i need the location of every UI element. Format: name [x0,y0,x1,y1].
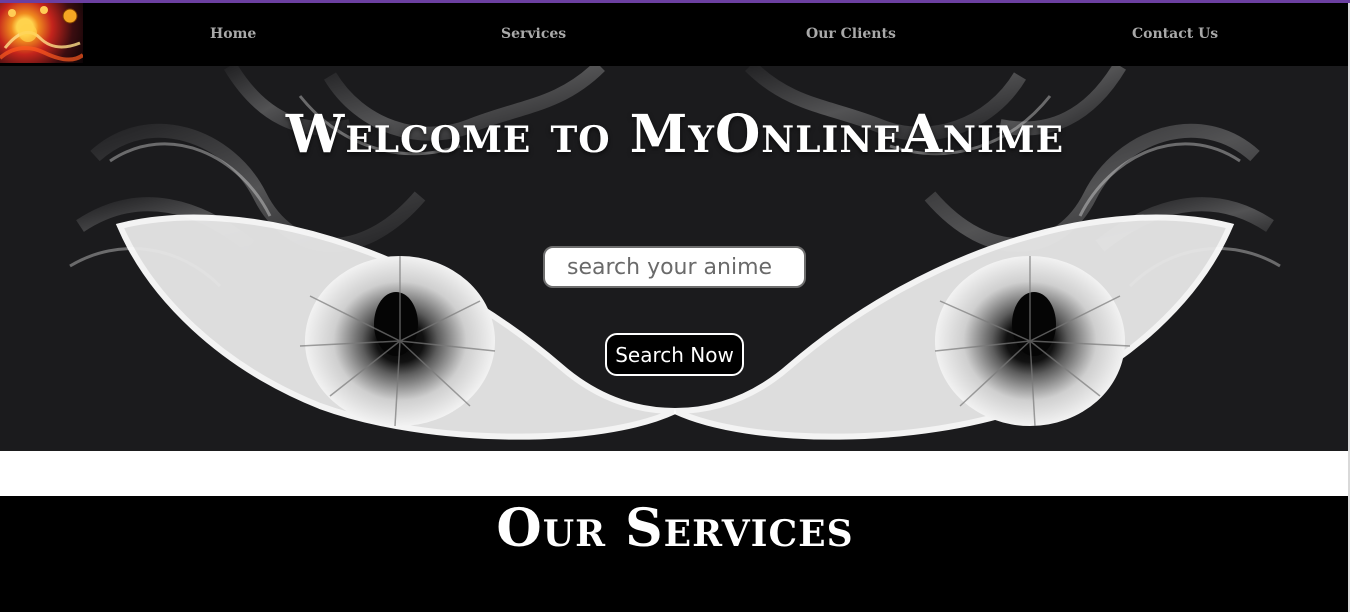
nav-contact-us[interactable]: Contact Us [1132,3,1218,66]
search-now-button[interactable]: Search Now [605,333,744,376]
navbar: Home Services Our Clients Contact Us [0,3,1350,66]
hero-title: Welcome to MyOnlineAnime [285,104,1065,165]
search-input[interactable] [543,246,806,288]
services-section: Our Services [0,496,1350,612]
section-divider [0,451,1350,496]
nav-home[interactable]: Home [210,3,256,66]
hero-banner: Welcome to MyOnlineAnime Search Now [0,66,1350,451]
nav-services[interactable]: Services [501,3,566,66]
site-logo[interactable] [0,3,83,63]
services-heading: Our Services [496,498,854,559]
nav-our-clients[interactable]: Our Clients [806,3,896,66]
logo-art-icon [0,6,83,62]
